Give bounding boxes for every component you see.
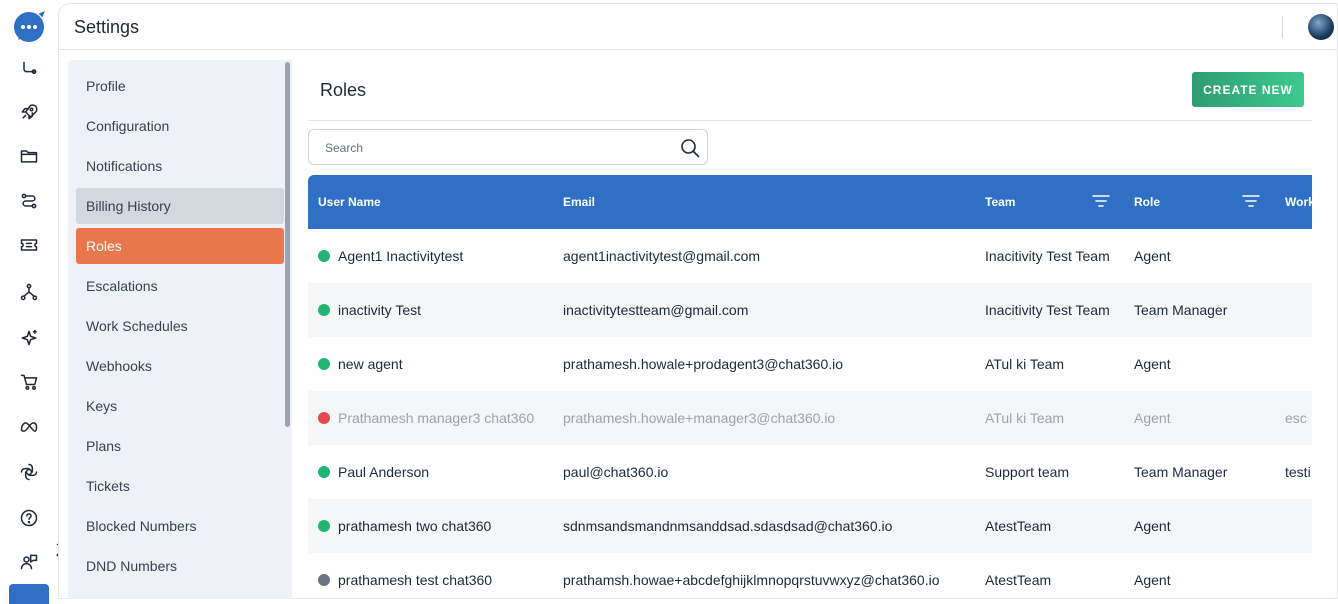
user-role: Agent [1134,572,1171,588]
user-email: paul@chat360.io [563,464,669,480]
search-input[interactable] [325,138,665,158]
create-new-button[interactable]: CREATE NEW [1192,72,1304,107]
column-header-user-name[interactable]: User Name [318,195,381,209]
page-header-title: Settings [74,17,140,37]
menu-item-configuration[interactable]: Configuration [76,108,284,144]
user-role: Team Manager [1134,302,1228,318]
user-role: Agent [1134,518,1171,534]
table-row[interactable]: Agent1 Inactivitytest agent1inactivityte… [308,229,1312,283]
column-header-email[interactable]: Email [563,195,595,209]
user-name: Agent1 Inactivitytest [338,248,464,264]
user-role: Agent [1134,356,1171,372]
user-role: Team Manager [1134,464,1228,480]
team-filter-icon[interactable] [1092,194,1110,208]
menu-item-notifications[interactable]: Notifications [76,148,284,184]
table-header: User Name Email Team Role Work [308,175,1312,229]
flow-icon[interactable] [17,58,41,82]
divider [308,120,1312,121]
user-work: esc [1285,410,1307,426]
status-online-icon [318,466,330,478]
status-online-icon [318,520,330,532]
user-team: Inacitivity Test Team [985,248,1110,264]
table-row[interactable]: prathamesh two chat360 sdnmsandsmandnmsa… [308,499,1312,553]
status-away-icon [318,574,330,586]
user-team: ATul ki Team [985,410,1065,426]
menu-item-keys[interactable]: Keys [76,388,284,424]
user-role: Agent [1134,248,1171,264]
menu-item-blocked-numbers[interactable]: Blocked Numbers [76,508,284,544]
settings-menu: Profile Configuration Notifications Bill… [68,60,292,599]
openai-icon[interactable] [17,460,41,484]
menu-item-plans[interactable]: Plans [76,428,284,464]
user-name: Paul Anderson [338,464,430,480]
user-team: AtestTeam [985,572,1052,588]
chat-logo-icon[interactable] [12,10,46,44]
avatar[interactable] [1308,14,1334,40]
user-work: testi [1285,464,1311,480]
user-name: prathamesh two chat360 [338,518,492,534]
network-icon[interactable] [17,280,41,304]
menu-item-work-schedules[interactable]: Work Schedules [76,308,284,344]
user-name: prathamesh test chat360 [338,572,493,588]
column-header-work[interactable]: Work [1285,195,1312,209]
table-row[interactable]: prathamesh test chat360 prathamsh.howae+… [308,553,1312,599]
user-email: prathamesh.howale+manager3@chat360.io [563,410,836,426]
column-header-role[interactable]: Role [1134,195,1160,209]
user-name: new agent [338,356,403,372]
ticket-icon[interactable] [17,233,41,257]
menu-item-billing-history[interactable]: Billing History [76,188,284,224]
table-row[interactable]: Paul Anderson paul@chat360.io Support te… [308,445,1312,499]
status-offline-icon [318,412,330,424]
top-bar: Settings [59,4,1337,50]
table-row[interactable]: new agent prathamesh.howale+prodagent3@c… [308,337,1312,391]
menu-item-profile[interactable]: Profile [76,68,284,104]
user-name: inactivity Test [338,302,421,318]
page-title: Roles [320,80,367,100]
meta-icon[interactable] [17,415,41,439]
rocket-icon[interactable] [17,100,41,124]
user-team: ATul ki Team [985,356,1065,372]
user-team: Support team [985,464,1070,480]
table-row[interactable]: Prathamesh manager3 chat360 prathamesh.h… [308,391,1312,445]
user-email: sdnmsandsmandnmsanddsad.sdasdsad@chat360… [563,518,893,534]
menu-item-webhooks[interactable]: Webhooks [76,348,284,384]
user-email: prathamesh.howale+prodagent3@chat360.io [563,356,844,372]
search-icon[interactable] [680,138,700,158]
user-role: Agent [1134,410,1171,426]
folder-icon[interactable] [17,144,41,168]
menu-scrollbar[interactable] [285,62,290,427]
role-filter-icon[interactable] [1242,194,1260,208]
icon-rail [0,0,58,604]
menu-item-tickets[interactable]: Tickets [76,468,284,504]
topbar-divider [1282,16,1283,38]
roles-table: User Name Email Team Role Work Agent1 In… [308,175,1312,599]
status-online-icon [318,358,330,370]
search-box [308,129,708,165]
workflow-icon[interactable] [17,189,41,213]
rail-active-item[interactable] [9,584,49,604]
status-online-icon [318,250,330,262]
agent-support-icon[interactable] [17,550,41,574]
menu-item-escalations[interactable]: Escalations [76,268,284,304]
menu-item-roles[interactable]: Roles [76,228,284,264]
user-email: agent1inactivitytest@gmail.com [563,248,761,264]
sparkle-icon[interactable] [17,326,41,350]
column-header-team[interactable]: Team [985,195,1015,209]
user-name: Prathamesh manager3 chat360 [338,410,535,426]
user-email: inactivitytestteam@gmail.com [563,302,749,318]
menu-item-dnd-numbers[interactable]: DND Numbers [76,548,284,584]
user-team: Inacitivity Test Team [985,302,1110,318]
help-icon[interactable] [17,506,41,530]
table-row[interactable]: inactivity Test inactivitytestteam@gmail… [308,283,1312,337]
user-email: prathamsh.howae+abcdefghijklmnopqrstuvwx… [563,572,940,588]
user-team: AtestTeam [985,518,1052,534]
cart-icon[interactable] [17,370,41,394]
status-online-icon [318,304,330,316]
